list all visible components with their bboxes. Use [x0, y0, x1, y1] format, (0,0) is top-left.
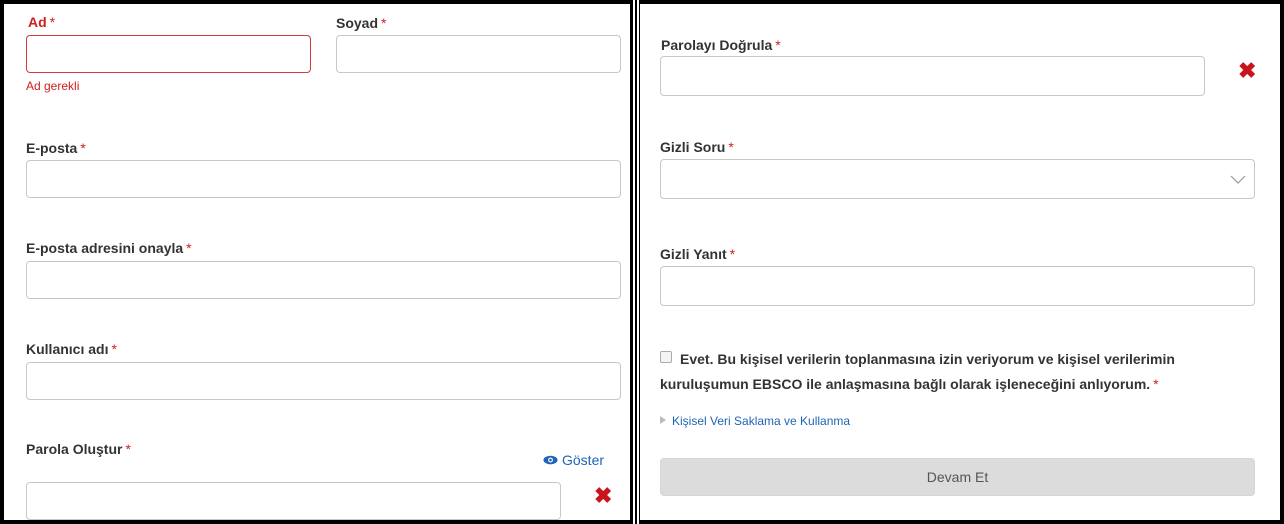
show-password-link[interactable]: Göster — [543, 452, 604, 468]
triangle-right-icon — [660, 416, 666, 424]
password-label-text: Parola Oluştur — [26, 441, 123, 457]
required-mark: * — [111, 341, 117, 357]
consent-text: Evet. Bu kişisel verilerin toplanmasına … — [660, 351, 1175, 392]
required-mark: * — [1153, 376, 1159, 392]
password-label: Parola Oluştur * — [26, 441, 131, 457]
required-mark: * — [728, 139, 734, 155]
divider-left — [633, 0, 635, 524]
first-name-input[interactable] — [26, 35, 311, 73]
password-input[interactable] — [26, 482, 561, 520]
username-label-text: Kullanıcı adı — [26, 341, 109, 357]
last-name-label: Soyad * — [336, 15, 386, 31]
x-mark-icon: ✖ — [594, 483, 613, 508]
email-input[interactable] — [26, 160, 621, 198]
secret-question-select[interactable] — [660, 159, 1255, 199]
left-panel: Ad * Ad gerekli Soyad * E-posta * E-posta a… — [4, 4, 630, 520]
last-name-input[interactable] — [336, 35, 621, 73]
divider-right — [637, 0, 639, 524]
consent-row: Evet. Bu kişisel verilerin toplanmasına … — [660, 347, 1265, 397]
secret-answer-label-text: Gizli Yanıt — [660, 246, 727, 262]
required-mark: * — [80, 140, 86, 156]
username-label: Kullanıcı adı * — [26, 341, 117, 357]
privacy-disclosure[interactable]: Kişisel Veri Saklama ve Kullanma — [660, 414, 850, 428]
first-name-label: Ad * — [28, 14, 55, 30]
continue-button[interactable]: Devam Et — [660, 458, 1255, 496]
first-name-label-text: Ad — [28, 14, 47, 30]
secret-answer-label: Gizli Yanıt * — [660, 246, 735, 262]
show-password-label: Göster — [562, 452, 605, 468]
required-mark: * — [381, 15, 387, 31]
confirm-email-label: E-posta adresini onayla * — [26, 240, 192, 256]
last-name-label-text: Soyad — [336, 15, 379, 31]
required-mark: * — [125, 441, 131, 457]
x-mark-icon: ✖ — [1238, 58, 1257, 83]
required-mark: * — [729, 246, 736, 262]
secret-answer-input[interactable] — [660, 266, 1255, 306]
email-label-text: E-posta — [26, 140, 78, 156]
secret-question-label-text: Gizli Soru — [660, 139, 726, 155]
confirm-password-input[interactable] — [660, 56, 1205, 96]
first-name-error: Ad gerekli — [26, 79, 80, 93]
required-mark: * — [775, 37, 781, 53]
confirm-password-label: Parolayı Doğrula * — [661, 37, 781, 53]
secret-question-label: Gizli Soru * — [660, 139, 734, 155]
confirm-email-input[interactable] — [26, 261, 621, 299]
privacy-link-text: Kişisel Veri Saklama ve Kullanma — [672, 414, 851, 428]
eye-icon — [543, 455, 558, 465]
required-mark: * — [186, 240, 192, 256]
confirm-email-label-text: E-posta adresini onayla — [26, 240, 184, 256]
chevron-down-icon — [1230, 175, 1246, 184]
right-panel: Parolayı Doğrula * ✖ Gizli Soru * Gizli Ya… — [640, 4, 1280, 520]
username-input[interactable] — [26, 362, 621, 400]
consent-checkbox[interactable] — [660, 351, 672, 363]
required-mark: * — [49, 14, 56, 30]
email-label: E-posta * — [26, 140, 86, 156]
confirm-password-label-text: Parolayı Doğrula — [661, 37, 773, 53]
